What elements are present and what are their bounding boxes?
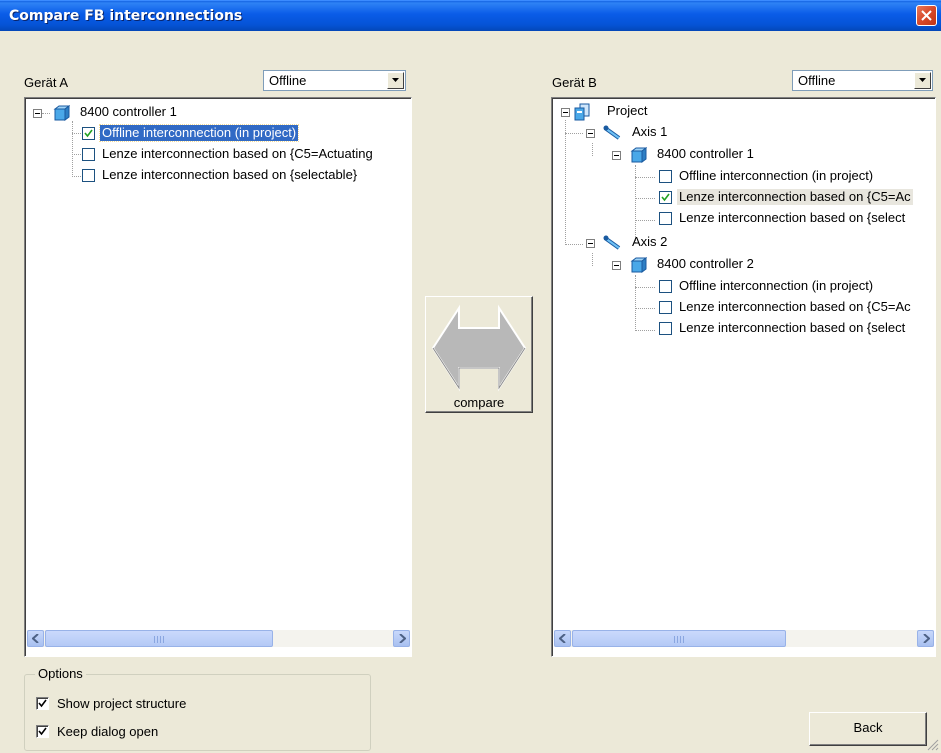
horizontal-scrollbar[interactable] [27,630,410,647]
controller-icon [630,147,647,163]
tree-item-label: Lenze interconnection based on {C5=Ac [679,299,911,314]
back-button[interactable]: Back [809,712,927,746]
scroll-left-button[interactable] [27,630,44,647]
check-icon [38,727,47,736]
tree-item-label: Offline interconnection (in project) [679,168,874,183]
tree-node-controller-1[interactable]: 8400 controller 1 [552,146,932,164]
checkbox[interactable] [82,127,95,140]
checkbox[interactable] [659,322,672,335]
tree-item[interactable]: Lenze interconnection based on {select [552,210,932,228]
device-b-tree[interactable]: Project Axis 1 8400 controller 1 Offline… [551,97,936,657]
check-icon [661,193,670,202]
chevron-right-icon [923,634,930,643]
collapse-icon[interactable] [561,108,570,117]
tree-node-label: 8400 controller 1 [80,104,177,119]
tree-node-axis-1[interactable]: Axis 1 [552,124,932,142]
chevron-down-icon [392,78,399,82]
device-a-label: Gerät A [24,75,69,90]
tree-item[interactable]: Lenze interconnection based on {select [552,320,932,338]
collapse-icon[interactable] [586,239,595,248]
scroll-grip [674,636,685,643]
checkbox[interactable] [659,170,672,183]
tree-item-label: Lenze interconnection based on {C5=Ac [677,189,913,205]
tree-node-controller-1[interactable]: 8400 controller 1 [25,104,405,122]
tree-node-project[interactable]: Project [552,103,932,121]
keep-dialog-open-label[interactable]: Keep dialog open [57,724,158,739]
scroll-thumb[interactable] [45,630,273,647]
chevron-right-icon [399,634,406,643]
checkbox[interactable] [659,191,672,204]
scroll-left-button[interactable] [554,630,571,647]
collapse-icon[interactable] [612,261,621,270]
tree-item-label: Lenze interconnection based on {select [679,320,906,335]
title-bar: Compare FB interconnections [0,0,941,31]
tree-item[interactable]: Lenze interconnection based on {selectab… [25,167,405,185]
project-icon [574,103,590,121]
tree-item[interactable]: Offline interconnection (in project) [552,278,932,296]
checkbox[interactable] [659,212,672,225]
collapse-icon[interactable] [586,129,595,138]
tree-node-label: Axis 1 [632,124,668,139]
horizontal-scrollbar[interactable] [554,630,934,647]
tree-node-label: Project [607,103,648,118]
device-b-label: Gerät B [552,75,597,90]
options-group: Options Show project structure Keep dial… [24,666,371,751]
compare-label: compare [453,395,505,410]
close-icon [921,10,932,21]
show-project-structure-checkbox[interactable] [36,697,49,710]
tree-node-label: 8400 controller 1 [657,146,754,161]
dropdown-arrow-button[interactable] [914,72,931,89]
collapse-icon[interactable] [33,109,42,118]
keep-dialog-open-checkbox[interactable] [36,725,49,738]
scroll-grip [154,636,165,643]
tree-node-label: 8400 controller 2 [657,256,754,271]
options-legend: Options [35,666,86,681]
device-a-mode-value: Offline [269,73,307,88]
tree-item-label: Lenze interconnection based on {select [679,210,906,225]
tree-item[interactable]: Lenze interconnection based on {C5=Actua… [25,146,405,164]
scroll-thumb[interactable] [572,630,786,647]
checkbox[interactable] [82,148,95,161]
scroll-right-button[interactable] [917,630,934,647]
tree-item[interactable]: Lenze interconnection based on {C5=Ac [552,189,932,207]
scroll-right-button[interactable] [393,630,410,647]
check-icon [38,699,47,708]
tree-node-label: Axis 2 [632,234,668,249]
close-button[interactable] [916,5,937,26]
check-icon [84,129,93,138]
tree-connector [42,113,50,115]
collapse-icon[interactable] [612,151,621,160]
chevron-down-icon [919,78,926,82]
tree-item[interactable]: Offline interconnection (in project) [25,124,405,143]
axis-icon [603,235,621,250]
device-a-tree[interactable]: 8400 controller 1 Offline interconnectio… [24,97,412,657]
device-a-mode-select[interactable]: Offline [263,70,406,91]
checkbox[interactable] [82,169,95,182]
tree-node-controller-2[interactable]: 8400 controller 2 [552,256,932,274]
window-title: Compare FB interconnections [9,8,243,24]
axis-icon [603,125,621,140]
double-arrow-icon [431,304,527,392]
tree-item-label: Lenze interconnection based on {C5=Actua… [102,146,373,161]
tree-item-label: Lenze interconnection based on {selectab… [102,167,358,182]
tree-item[interactable]: Offline interconnection (in project) [552,168,932,186]
dropdown-arrow-button[interactable] [387,72,404,89]
chevron-left-icon [32,634,39,643]
device-b-mode-value: Offline [798,73,836,88]
tree-item-label: Offline interconnection (in project) [679,278,874,293]
controller-icon [630,257,647,273]
show-project-structure-label[interactable]: Show project structure [57,696,186,711]
tree-item-label: Offline interconnection (in project) [98,124,300,142]
checkbox[interactable] [659,301,672,314]
device-b-mode-select[interactable]: Offline [792,70,933,91]
tree-item[interactable]: Lenze interconnection based on {C5=Ac [552,299,932,317]
chevron-left-icon [559,634,566,643]
compare-button[interactable]: compare [425,296,533,413]
tree-node-axis-2[interactable]: Axis 2 [552,234,932,252]
checkbox[interactable] [659,280,672,293]
resize-grip-icon[interactable] [927,739,939,751]
controller-icon [53,105,70,121]
